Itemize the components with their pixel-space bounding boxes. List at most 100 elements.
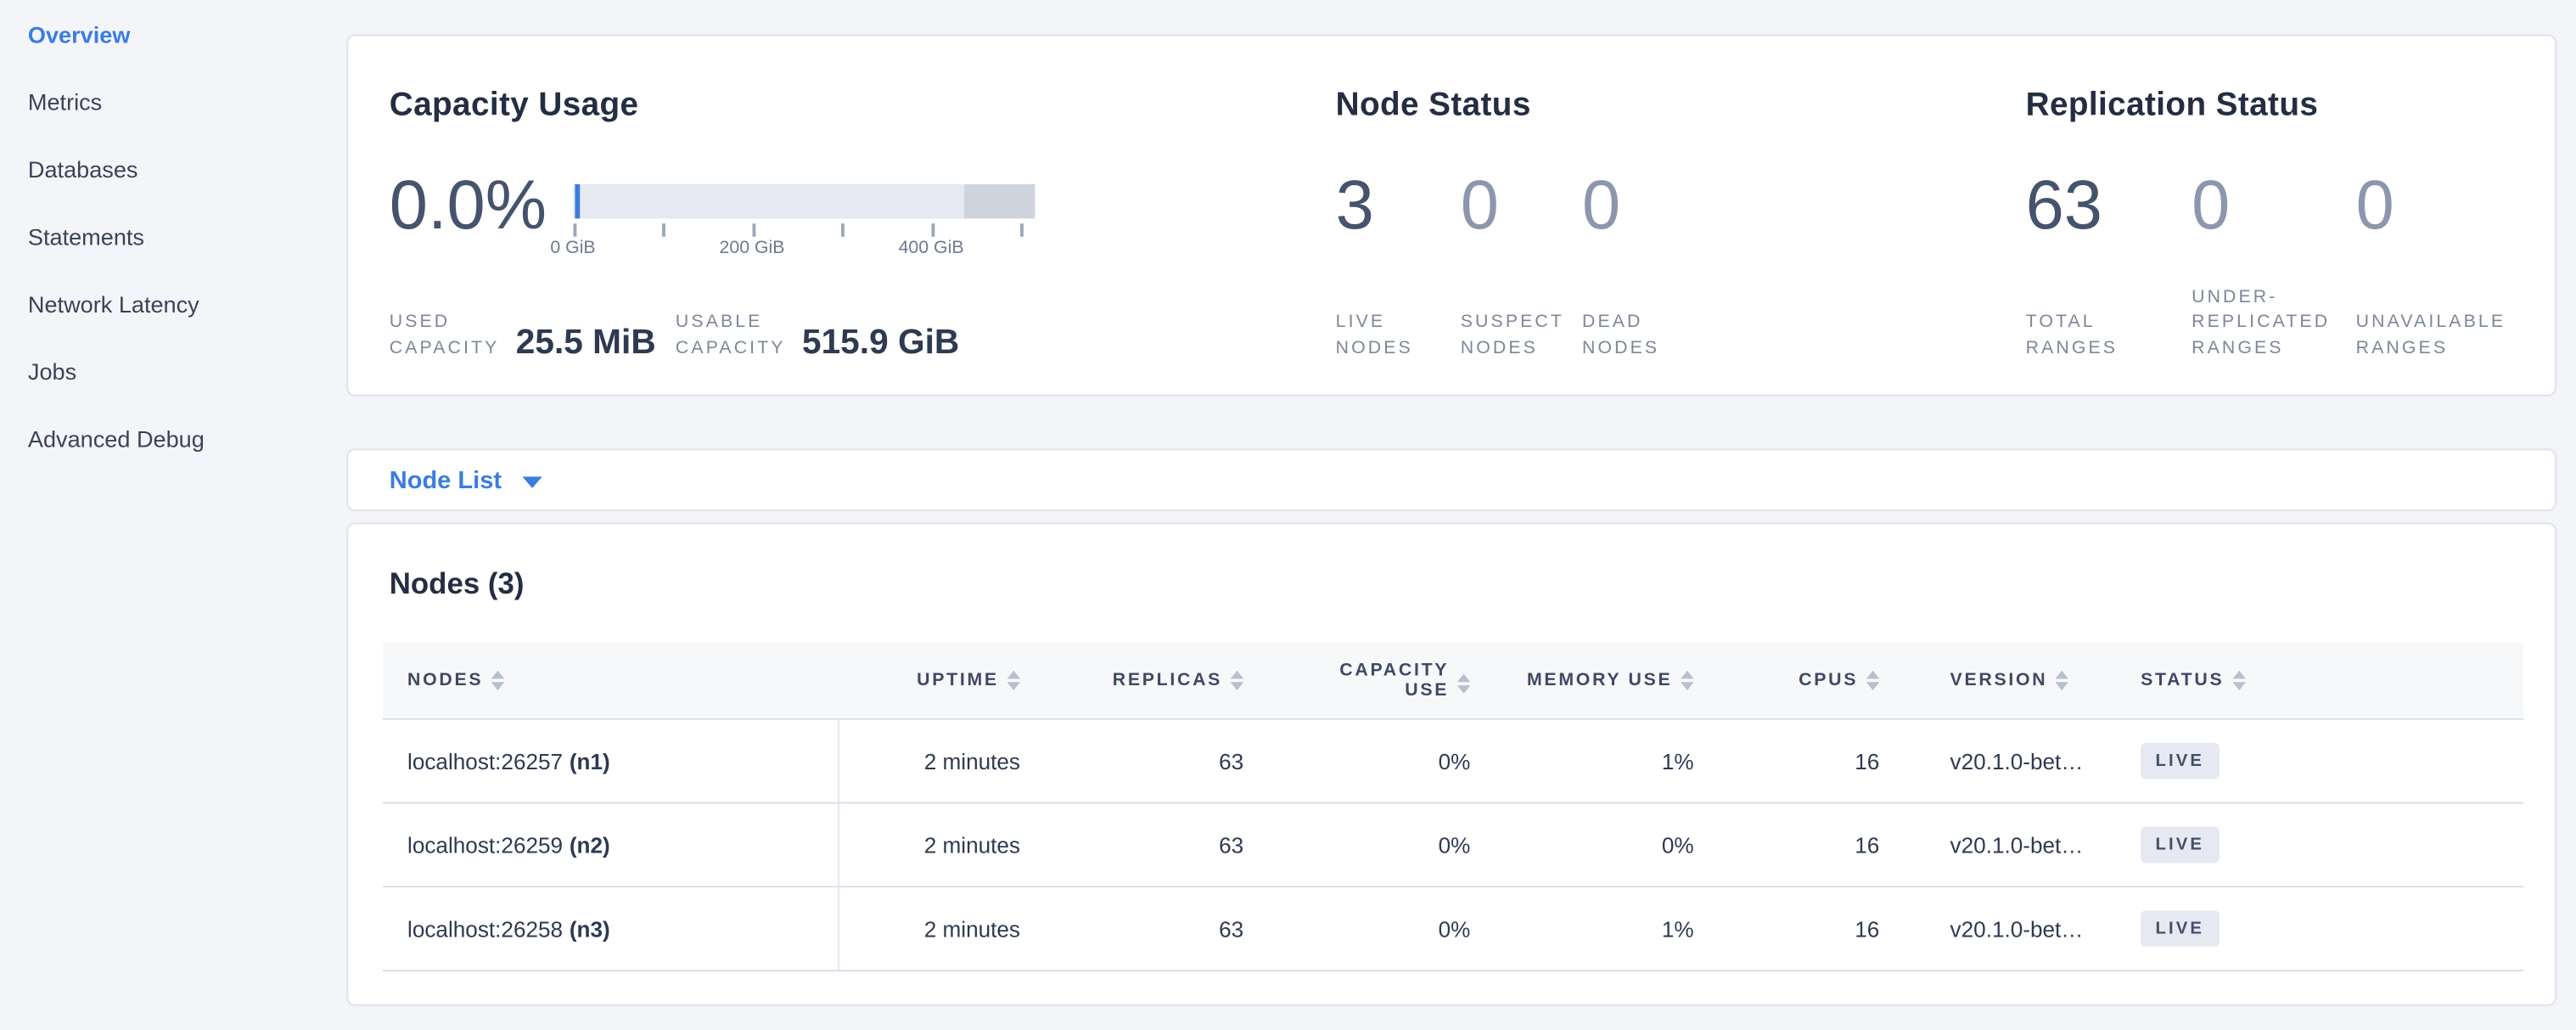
usable-capacity-value: 515.9 GiB bbox=[802, 325, 959, 362]
node-list-dropdown[interactable]: Node List bbox=[390, 466, 543, 494]
status-cell: LIVE bbox=[2135, 804, 2523, 886]
dead-nodes-count: 0 bbox=[1582, 167, 1620, 243]
capacity-gauge: 0 GiB200 GiB400 GiB bbox=[573, 184, 1035, 260]
sort-icon bbox=[2232, 671, 2245, 690]
node-id: (n1) bbox=[570, 749, 610, 774]
total-ranges-count: 63 bbox=[2026, 167, 2192, 243]
version-cell: v20.1.0-bet… bbox=[1889, 887, 2135, 970]
gauge-tick bbox=[931, 223, 934, 236]
memory-use-cell: 0% bbox=[1480, 804, 1703, 886]
node-status-title: Node Status bbox=[1336, 84, 2026, 127]
sort-icon bbox=[1457, 674, 1470, 694]
version-cell: v20.1.0-bet… bbox=[1889, 720, 2135, 802]
replication-status-title: Replication Status bbox=[2026, 84, 2514, 127]
under-replicated-ranges-label: UNDER- REPLICATED RANGES bbox=[2192, 285, 2356, 362]
usable-capacity-label: USABLE CAPACITY bbox=[676, 311, 786, 362]
table-row[interactable]: localhost:26257 (n1) 2 minutes 63 0% 1% … bbox=[383, 720, 2523, 804]
status-cell: LIVE bbox=[2135, 720, 2523, 802]
column-header-nodes[interactable]: NODES bbox=[383, 671, 839, 690]
used-capacity-value: 25.5 MiB bbox=[516, 325, 656, 362]
replicas-cell: 63 bbox=[1030, 887, 1254, 970]
nodes-table-card: Nodes (3) NODES UPTIME REPLICAS CAPACITY… bbox=[346, 523, 2556, 1006]
node-address-cell[interactable]: localhost:26257 (n1) bbox=[383, 720, 839, 802]
memory-use-cell: 1% bbox=[1480, 887, 1703, 970]
gauge-tick-label: 400 GiB bbox=[899, 239, 964, 258]
column-header-uptime[interactable]: UPTIME bbox=[839, 671, 1030, 690]
uptime-cell: 2 minutes bbox=[839, 887, 1030, 970]
column-header-version[interactable]: VERSION bbox=[1889, 671, 2135, 690]
cluster-summary-card: Capacity Usage 0.0% 0 GiB200 GiB400 GiB … bbox=[346, 35, 2556, 397]
gauge-tick bbox=[752, 223, 755, 236]
sidebar-item-databases[interactable]: Databases bbox=[28, 137, 347, 204]
under-replicated-ranges-count: 0 bbox=[2192, 167, 2356, 243]
table-row[interactable]: localhost:26259 (n2) 2 minutes 63 0% 0% … bbox=[383, 804, 2523, 888]
nodes-table-header: NODES UPTIME REPLICAS CAPACITY USE MEMOR… bbox=[383, 643, 2523, 720]
uptime-cell: 2 minutes bbox=[839, 804, 1030, 886]
capacity-gauge-reserved-segment bbox=[964, 184, 1035, 219]
capacity-usage-section: Capacity Usage 0.0% 0 GiB200 GiB400 GiB … bbox=[390, 84, 1336, 395]
sidebar: Overview Metrics Databases Statements Ne… bbox=[0, 0, 346, 1030]
capacity-usage-title: Capacity Usage bbox=[390, 84, 1336, 127]
gauge-tick-label: 0 GiB bbox=[550, 239, 595, 258]
column-header-memory-use[interactable]: MEMORY USE bbox=[1480, 671, 1703, 690]
replication-status-section: Replication Status 63 0 0 TOTAL RANGES U… bbox=[2026, 84, 2514, 395]
node-address-cell[interactable]: localhost:26258 (n3) bbox=[383, 887, 839, 970]
node-list-selector-card: Node List bbox=[346, 448, 2556, 511]
node-id: (n2) bbox=[570, 832, 610, 857]
sidebar-item-network-latency[interactable]: Network Latency bbox=[28, 271, 347, 338]
replicas-cell: 63 bbox=[1030, 804, 1254, 886]
gauge-tick-label: 200 GiB bbox=[720, 239, 785, 258]
status-cell: LIVE bbox=[2135, 887, 2523, 970]
sidebar-item-advanced-debug[interactable]: Advanced Debug bbox=[28, 406, 347, 473]
sidebar-item-metrics[interactable]: Metrics bbox=[28, 69, 347, 136]
column-header-capacity-use[interactable]: CAPACITY USE bbox=[1254, 661, 1480, 700]
suspect-nodes-label: SUSPECT NODES bbox=[1461, 311, 1582, 362]
capacity-use-cell: 0% bbox=[1254, 887, 1480, 970]
usable-capacity-stat: USABLE CAPACITY 515.9 GiB bbox=[676, 311, 959, 362]
gauge-tick bbox=[663, 223, 666, 236]
gauge-tick bbox=[1019, 223, 1023, 236]
sidebar-item-jobs[interactable]: Jobs bbox=[28, 339, 347, 406]
used-capacity-label: USED CAPACITY bbox=[390, 311, 500, 362]
table-row[interactable]: localhost:26258 (n3) 2 minutes 63 0% 1% … bbox=[383, 887, 2523, 971]
capacity-gauge-labels: 0 GiB200 GiB400 GiB bbox=[573, 237, 1035, 260]
total-ranges-label: TOTAL RANGES bbox=[2026, 311, 2192, 362]
cpus-cell: 16 bbox=[1703, 720, 1889, 802]
capacity-gauge-bar bbox=[573, 184, 1035, 219]
node-id: (n3) bbox=[570, 916, 610, 941]
sidebar-item-overview[interactable]: Overview bbox=[28, 2, 347, 69]
column-header-replicas[interactable]: REPLICAS bbox=[1030, 671, 1254, 690]
nodes-table: NODES UPTIME REPLICAS CAPACITY USE MEMOR… bbox=[383, 643, 2523, 971]
column-header-cpus[interactable]: CPUS bbox=[1703, 671, 1889, 690]
node-status-section: Node Status 3 0 0 LIVE NODES SUSPECT NOD… bbox=[1336, 84, 2026, 395]
dead-nodes-label: DEAD NODES bbox=[1582, 311, 1659, 362]
gauge-tick bbox=[842, 223, 845, 236]
sort-icon bbox=[1681, 671, 1693, 690]
replicas-cell: 63 bbox=[1030, 720, 1254, 802]
status-badge: LIVE bbox=[2141, 743, 2219, 780]
column-header-status[interactable]: STATUS bbox=[2135, 671, 2523, 690]
status-badge: LIVE bbox=[2141, 827, 2219, 864]
gauge-tick bbox=[573, 223, 576, 236]
unavailable-ranges-label: UNAVAILABLE RANGES bbox=[2356, 311, 2506, 362]
sort-icon bbox=[491, 671, 504, 690]
unavailable-ranges-count: 0 bbox=[2356, 167, 2394, 243]
capacity-use-cell: 0% bbox=[1254, 720, 1480, 802]
cpus-cell: 16 bbox=[1703, 804, 1889, 886]
status-badge: LIVE bbox=[2141, 910, 2219, 947]
sort-icon bbox=[1866, 671, 1879, 690]
node-address-cell[interactable]: localhost:26259 (n2) bbox=[383, 804, 839, 886]
live-nodes-label: LIVE NODES bbox=[1336, 311, 1461, 362]
capacity-gauge-ticks bbox=[573, 218, 1035, 236]
chevron-down-icon bbox=[523, 476, 542, 487]
sort-icon bbox=[1007, 671, 1020, 690]
memory-use-cell: 1% bbox=[1480, 720, 1703, 802]
sort-icon bbox=[2056, 671, 2068, 690]
capacity-used-percent: 0.0% bbox=[390, 167, 547, 243]
sidebar-item-statements[interactable]: Statements bbox=[28, 204, 347, 271]
sort-icon bbox=[1231, 671, 1243, 690]
live-nodes-count: 3 bbox=[1336, 167, 1461, 243]
version-cell: v20.1.0-bet… bbox=[1889, 804, 2135, 886]
node-list-dropdown-label: Node List bbox=[390, 466, 502, 494]
suspect-nodes-count: 0 bbox=[1461, 167, 1582, 243]
